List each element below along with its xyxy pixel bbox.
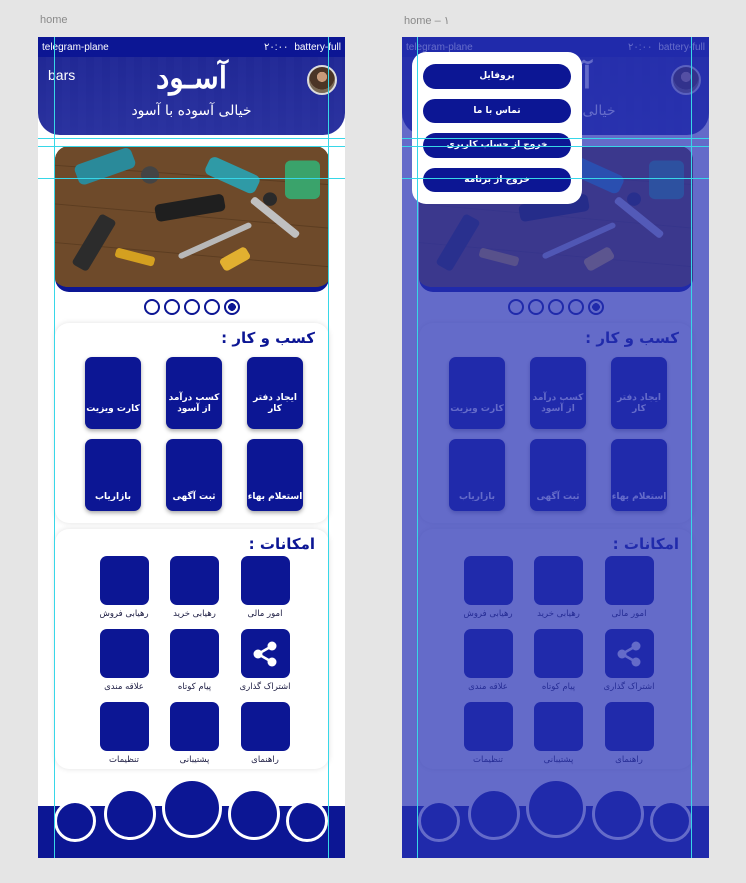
- nav-button-home[interactable]: [162, 778, 222, 838]
- guide-line: [38, 146, 345, 147]
- facility-label: اشتراک گذاری: [239, 682, 291, 692]
- guide-line: [402, 178, 709, 179]
- frame-home-menu: telegram-plane ۲۰:۰۰ battery-full bars آ…: [402, 37, 709, 858]
- slider-dot[interactable]: [143, 299, 160, 315]
- telegram-icon: telegram-plane: [42, 41, 109, 53]
- facility-tile[interactable]: [170, 702, 219, 751]
- facility-tile[interactable]: [240, 702, 290, 751]
- facility-label: امور مالی: [247, 609, 283, 619]
- facilities-grid: امور مالی رهیابی خرید رهیابی فروش اشتراک گذ…: [99, 556, 291, 765]
- facility-tile[interactable]: [170, 629, 219, 678]
- slider-dot[interactable]: [163, 299, 180, 315]
- facility-item[interactable]: رهیابی فروش: [99, 556, 149, 619]
- tools-illustration: [55, 146, 329, 287]
- business-card[interactable]: استعلام بهاء: [247, 439, 303, 511]
- frame-label-home: home: [40, 14, 68, 26]
- frame-label-home-1: home – ۱: [404, 15, 450, 27]
- facility-tile[interactable]: [99, 702, 149, 751]
- status-time: ۲۰:۰۰: [264, 41, 289, 53]
- guide-line: [54, 37, 55, 858]
- business-card-label: کسب درآمد از آسود: [168, 393, 220, 414]
- facilities-title: امکانات :: [248, 535, 315, 553]
- business-grid: ایجاد دفتر کار کسب درآمد از آسود کارت ویزی…: [85, 357, 303, 511]
- avatar[interactable]: [307, 65, 337, 95]
- guide-line: [328, 37, 329, 858]
- business-card-label: بازاریاب: [95, 492, 132, 502]
- business-card[interactable]: ایجاد دفتر کار: [247, 357, 303, 429]
- guide-line: [38, 138, 345, 139]
- facility-item[interactable]: امور مالی: [240, 556, 290, 619]
- facility-item[interactable]: علاقه مندی: [99, 629, 149, 692]
- guide-line: [417, 37, 418, 858]
- facility-item[interactable]: پشتیبانی: [170, 702, 220, 765]
- business-card[interactable]: کارت ویزیت: [85, 357, 141, 429]
- business-card-label: ایجاد دفتر کار: [253, 393, 297, 414]
- business-title: کسب و کار :: [221, 329, 315, 347]
- business-card[interactable]: کسب درآمد از آسود: [166, 357, 222, 429]
- facility-tile[interactable]: [170, 556, 219, 605]
- facility-label: علاقه مندی: [104, 682, 144, 692]
- app-header: bars آسـود خیالی آسوده با آسود: [38, 57, 345, 135]
- facility-tile[interactable]: [240, 629, 290, 678]
- banner-image[interactable]: [55, 146, 329, 292]
- business-card[interactable]: بازاریاب: [85, 439, 141, 511]
- facility-label: پشتیبانی: [179, 755, 210, 765]
- facility-label: رهیابی خرید: [173, 609, 216, 619]
- status-bar: telegram-plane ۲۰:۰۰ battery-full: [38, 37, 345, 57]
- battery-icon: battery-full: [294, 41, 341, 53]
- facility-item[interactable]: رهیابی خرید: [170, 556, 220, 619]
- guide-line: [691, 37, 692, 858]
- nav-button-1[interactable]: [54, 800, 96, 842]
- facilities-section: امکانات : امور مالی رهیابی خرید رهیابی فرو…: [55, 529, 329, 769]
- facility-label: پیام کوتاه: [177, 682, 212, 692]
- slider-dot[interactable]: [183, 299, 200, 315]
- slider-dot[interactable]: [223, 299, 240, 315]
- business-card[interactable]: ثبت آگهی: [166, 439, 222, 511]
- slider-dots: [38, 299, 345, 315]
- menu-item[interactable]: پروفایل: [423, 64, 571, 89]
- nav-button-5[interactable]: [286, 800, 328, 842]
- facility-tile[interactable]: [99, 556, 149, 605]
- facility-label: رهیابی فروش: [99, 609, 149, 619]
- app-subtitle: خیالی آسوده با آسود: [131, 103, 252, 119]
- bottom-nav: [38, 778, 345, 858]
- menu-item[interactable]: خروج از برنامه: [423, 167, 571, 192]
- business-section: کسب و کار : ایجاد دفتر کار کسب درآمد از آ…: [55, 323, 329, 523]
- facility-item[interactable]: تنظیمات: [99, 702, 149, 765]
- nav-button-4[interactable]: [228, 788, 280, 840]
- menu-item[interactable]: تماس با ما: [423, 98, 571, 123]
- guide-line: [38, 178, 345, 179]
- facility-label: تنظیمات: [109, 755, 139, 765]
- facility-tile[interactable]: [240, 556, 290, 605]
- business-card-label: ثبت آگهی: [172, 492, 216, 502]
- app-title: آسـود: [155, 61, 228, 96]
- business-card-label: کارت ویزیت: [86, 404, 140, 414]
- dropdown-menu: پروفایلتماس با ماخروج از حساب کاربریخروج…: [412, 52, 582, 204]
- frame-home: telegram-plane ۲۰:۰۰ battery-full bars آ…: [38, 37, 345, 858]
- guide-line: [402, 138, 709, 139]
- slider-dot[interactable]: [203, 299, 220, 315]
- facility-label: راهنمای: [251, 755, 279, 765]
- facility-item[interactable]: راهنمای: [240, 702, 290, 765]
- guide-line: [402, 146, 709, 147]
- share-icon: [253, 641, 277, 666]
- business-card-label: استعلام بهاء: [247, 492, 303, 502]
- facility-tile[interactable]: [99, 629, 149, 678]
- facility-item[interactable]: اشتراک گذاری: [239, 629, 291, 692]
- nav-button-2[interactable]: [104, 788, 156, 840]
- facility-item[interactable]: پیام کوتاه: [170, 629, 220, 692]
